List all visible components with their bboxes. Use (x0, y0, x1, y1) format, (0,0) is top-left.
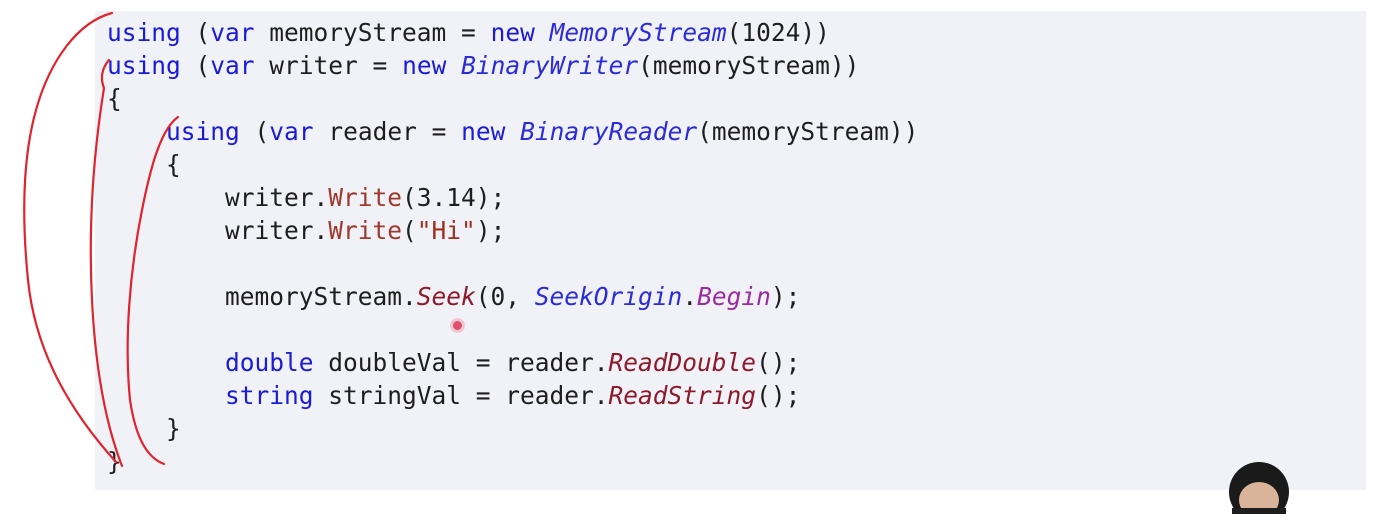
code-token: BinaryReader (520, 117, 698, 146)
code-token: Write (328, 216, 403, 245)
code-token: var (210, 18, 255, 47)
code-line: using (var reader = new BinaryReader(mem… (107, 115, 918, 148)
code-token: using (166, 117, 240, 146)
code-line: using (var writer = new BinaryWriter(mem… (107, 49, 918, 82)
code-token: MemoryStream (549, 18, 727, 47)
code-token: . (682, 282, 698, 311)
code-token: "Hi" (416, 216, 476, 245)
code-line: } (107, 445, 918, 478)
code-token: SeekOrigin (534, 282, 683, 311)
code-line: writer.Write(3.14); (107, 181, 918, 214)
code-token: new (402, 51, 447, 80)
slide-stage: using (var memoryStream = new MemoryStre… (0, 0, 1377, 514)
code-token: memoryStream. (107, 282, 417, 311)
presenter-webcam-avatar (1218, 452, 1300, 514)
code-line: using (var memoryStream = new MemoryStre… (107, 16, 918, 49)
code-token: { (107, 150, 181, 179)
code-token: ( (402, 216, 417, 245)
code-token: ( (239, 117, 270, 146)
code-token: double (225, 348, 314, 377)
code-token: writer. (107, 183, 329, 212)
code-line: string stringVal = reader.ReadString(); (107, 379, 918, 412)
code-token: ); (770, 282, 801, 311)
code-token: ( (180, 18, 211, 47)
code-line: double doubleVal = reader.ReadDouble(); (107, 346, 918, 379)
code-token: using (107, 18, 181, 47)
code-token: new (461, 117, 506, 146)
laser-pointer-dot (453, 321, 462, 330)
code-token: (memoryStream)) (697, 117, 919, 146)
code-block: using (var memoryStream = new MemoryStre… (107, 16, 918, 478)
code-token: reader = (313, 117, 462, 146)
code-token: Begin (697, 282, 771, 311)
code-token: } (107, 447, 122, 476)
code-token: BinaryWriter (461, 51, 639, 80)
code-token: stringVal = reader. (313, 381, 609, 410)
code-token: writer = (254, 51, 403, 80)
code-token: { (107, 84, 122, 113)
code-token: (); (756, 381, 801, 410)
code-token: ( (180, 51, 211, 80)
code-token: writer. (107, 216, 329, 245)
code-line: writer.Write("Hi"); (107, 214, 918, 247)
code-panel: using (var memoryStream = new MemoryStre… (95, 11, 1366, 490)
code-token: doubleVal = reader. (313, 348, 609, 377)
code-token: } (107, 414, 181, 443)
code-token: new (490, 18, 535, 47)
code-token: var (269, 117, 314, 146)
code-token: ); (475, 216, 506, 245)
code-token: var (210, 51, 255, 80)
code-token: (memoryStream)) (638, 51, 860, 80)
code-line: { (107, 148, 918, 181)
code-token: (1024)) (726, 18, 830, 47)
code-token: using (107, 51, 181, 80)
code-token: string (225, 381, 314, 410)
code-line: } (107, 412, 918, 445)
code-token: memoryStream = (254, 18, 491, 47)
code-token: ReadString (608, 381, 757, 410)
code-token: (); (756, 348, 801, 377)
code-token: Write (328, 183, 403, 212)
code-token: (0, (475, 282, 535, 311)
code-token: ReadDouble (608, 348, 757, 377)
code-token: (3.14); (402, 183, 506, 212)
code-line: memoryStream.Seek(0, SeekOrigin.Begin); (107, 280, 918, 313)
code-line: { (107, 82, 918, 115)
code-token: Seek (416, 282, 476, 311)
